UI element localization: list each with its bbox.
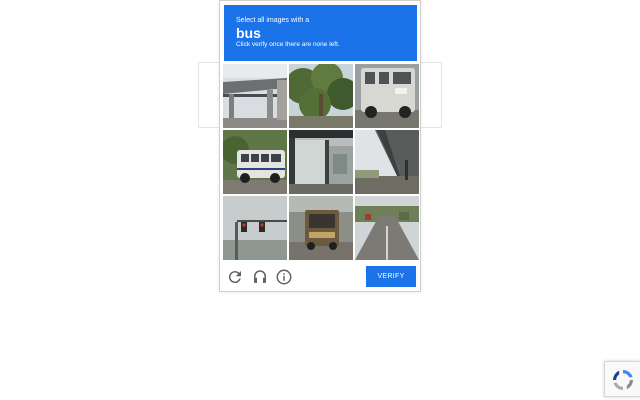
challenge-header: Select all images with a bus Click verif… bbox=[224, 5, 417, 61]
image-grid bbox=[223, 64, 419, 260]
hint-text: Click verify once there are none left. bbox=[236, 41, 340, 48]
image-tile-8[interactable] bbox=[289, 196, 353, 260]
recaptcha-logo-icon bbox=[613, 370, 633, 390]
info-icon[interactable] bbox=[275, 268, 293, 286]
page: Select all images with a bus Click verif… bbox=[0, 0, 640, 400]
recaptcha-badge[interactable] bbox=[604, 361, 640, 397]
image-tile-1[interactable] bbox=[223, 64, 287, 128]
image-tile-7[interactable] bbox=[223, 196, 287, 260]
image-tile-4[interactable] bbox=[223, 130, 287, 194]
image-tile-5[interactable] bbox=[289, 130, 353, 194]
challenge-footer: VERIFY bbox=[220, 265, 420, 291]
reload-icon[interactable] bbox=[226, 268, 244, 286]
headphones-icon[interactable] bbox=[251, 268, 269, 286]
image-tile-9[interactable] bbox=[355, 196, 419, 260]
image-tile-2[interactable] bbox=[289, 64, 353, 128]
instruction-text: Select all images with a bbox=[236, 17, 310, 24]
target-keyword: bus bbox=[236, 25, 261, 41]
image-tile-3[interactable] bbox=[355, 64, 419, 128]
verify-button[interactable]: VERIFY bbox=[366, 266, 416, 287]
image-tile-6[interactable] bbox=[355, 130, 419, 194]
captcha-challenge: Select all images with a bus Click verif… bbox=[219, 0, 421, 292]
